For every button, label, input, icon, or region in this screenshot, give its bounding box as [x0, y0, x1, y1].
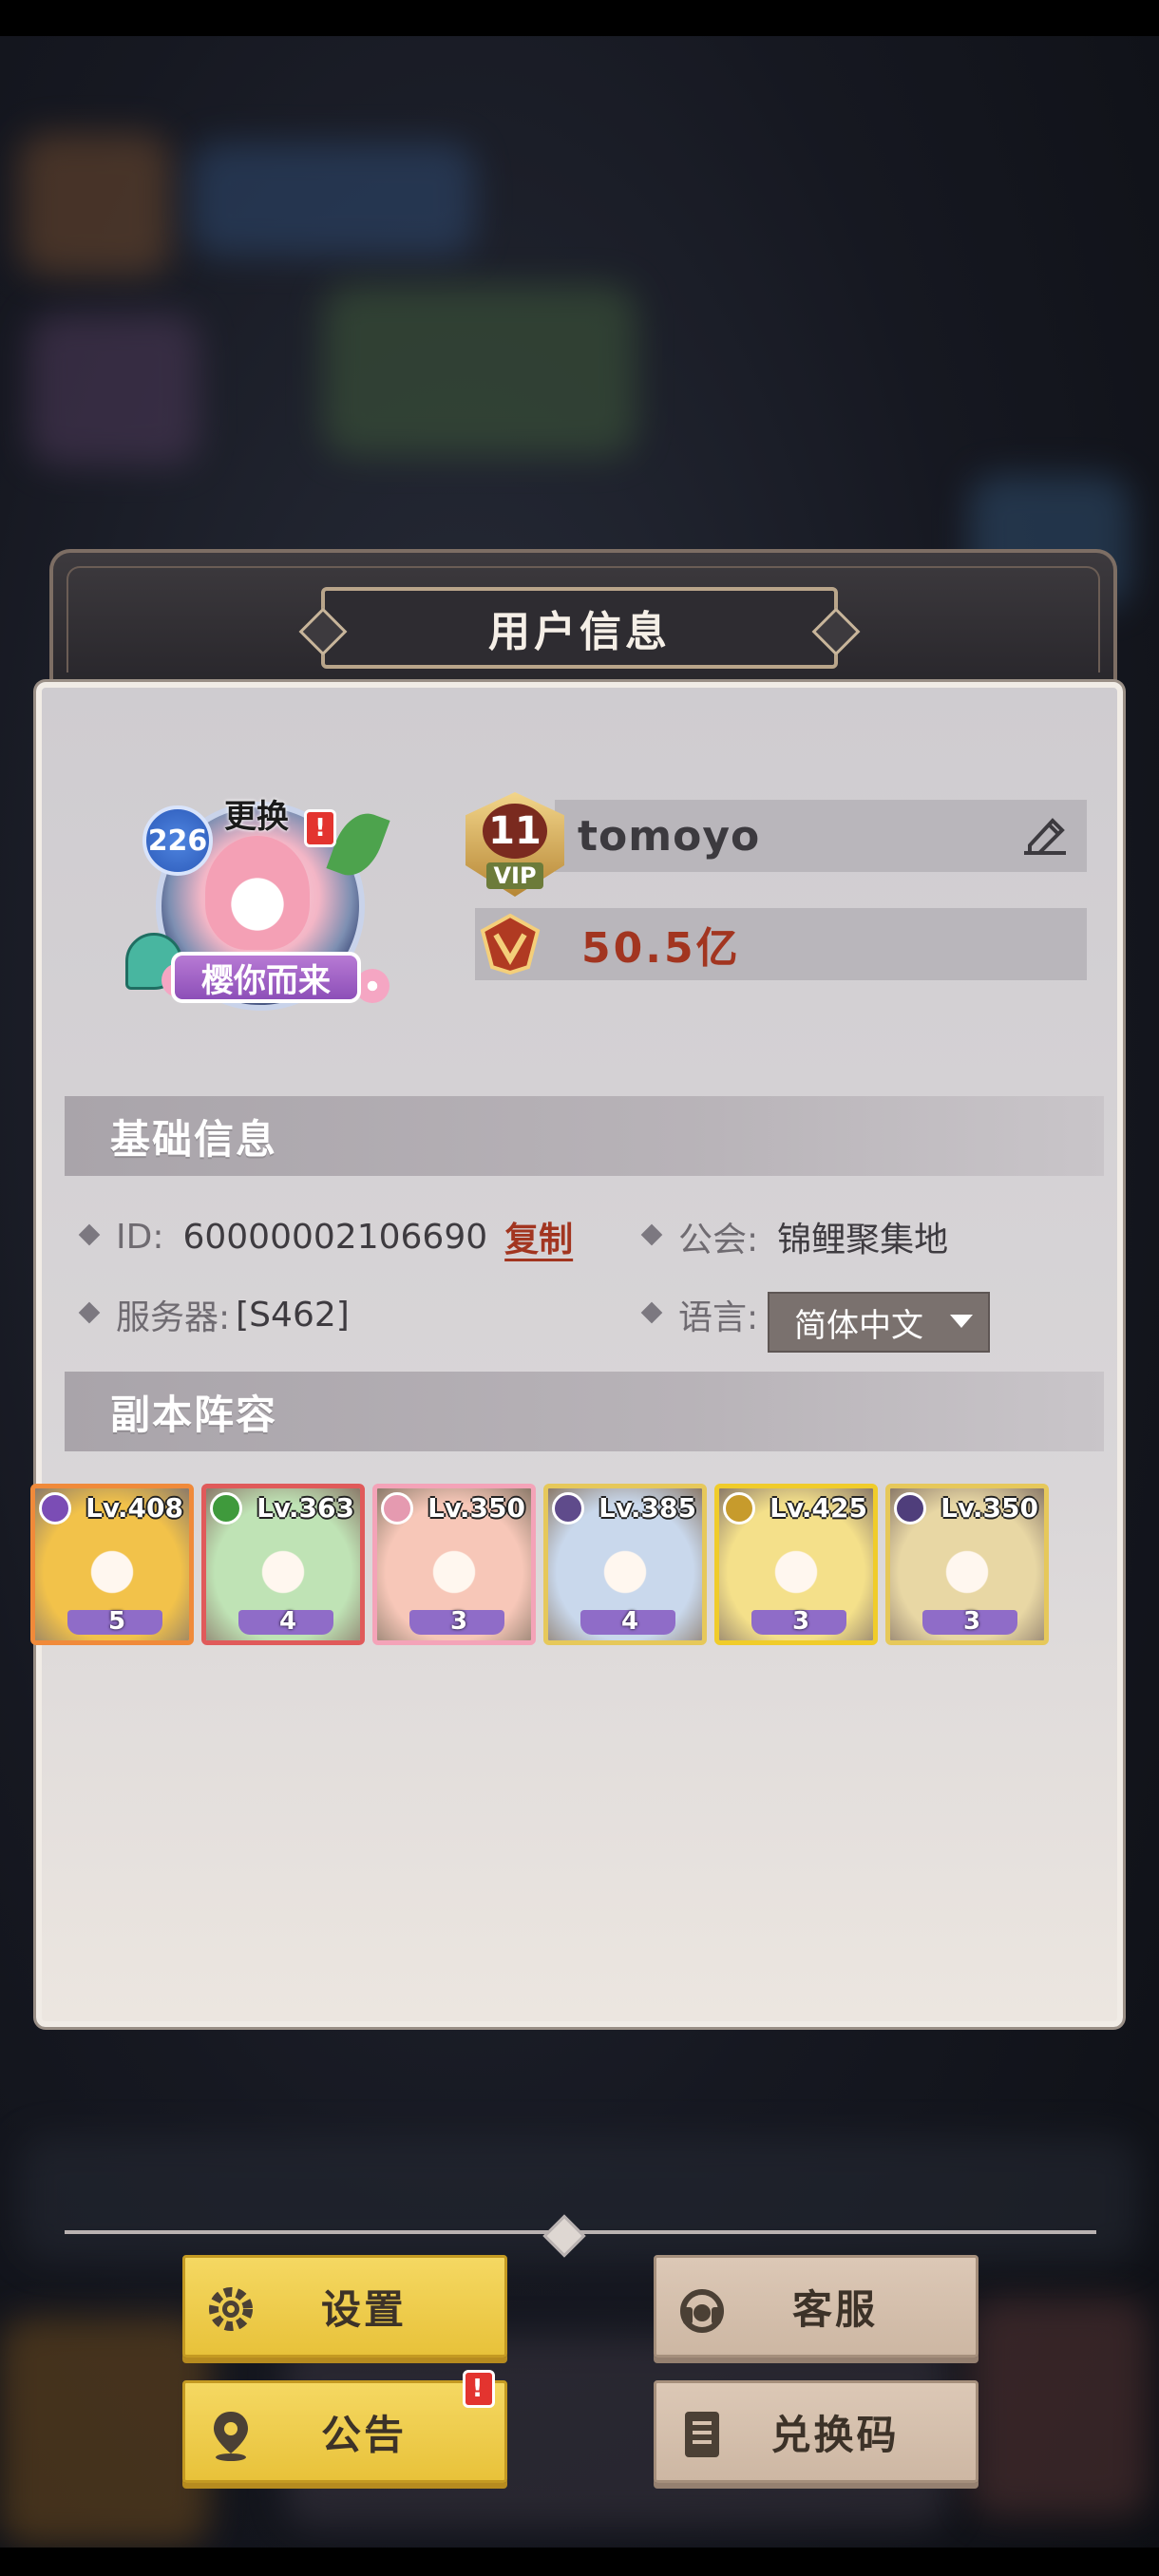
user-info-dialog: 用户信息 226 更换 ! 樱你而来 tomoyo 11 VIP 50.5亿 基… — [36, 549, 1123, 2483]
hero-card[interactable]: Lv.425 3 — [714, 1484, 878, 1645]
hero-star-count: 5 — [107, 1607, 126, 1636]
username-bar: tomoyo — [555, 800, 1087, 872]
chevron-down-icon — [950, 1315, 973, 1328]
hero-card[interactable]: Lv.363 4 — [201, 1484, 365, 1645]
hero-star-count: 3 — [962, 1607, 981, 1636]
combat-power-icon — [480, 914, 541, 975]
settings-label: 设置 — [320, 2285, 407, 2333]
bullet-icon — [642, 1224, 667, 1249]
bullet-icon — [80, 1224, 104, 1249]
language-row: 语言: — [642, 1290, 758, 1339]
change-avatar-label[interactable]: 更换 — [224, 790, 289, 837]
hero-level: Lv.425 — [770, 1492, 867, 1524]
hero-level: Lv.350 — [940, 1492, 1038, 1524]
id-value: 60000002106690 — [182, 1217, 488, 1257]
avatar[interactable]: 226 更换 ! 樱你而来 — [118, 783, 393, 1030]
hero-card[interactable]: Lv.350 3 — [885, 1484, 1049, 1645]
player-level-badge: 226 — [142, 805, 213, 876]
vip-level: 11 — [483, 804, 547, 859]
announcement-button[interactable]: 公告 ! — [182, 2370, 507, 2483]
language-label: 语言: — [678, 1298, 759, 1337]
hero-element-icon — [39, 1492, 71, 1525]
vip-badge: 11 VIP — [466, 792, 564, 897]
hero-level: Lv.408 — [86, 1492, 183, 1524]
avatar-portrait — [205, 836, 310, 950]
dialog-panel: 226 更换 ! 樱你而来 tomoyo 11 VIP 50.5亿 基础信息 I… — [36, 682, 1123, 2483]
hero-card[interactable]: Lv.408 5 — [30, 1484, 194, 1645]
basic-info-title: 基础信息 — [110, 1115, 278, 1163]
redeem-code-label: 兑换码 — [770, 2411, 900, 2458]
hero-star-count: 4 — [620, 1607, 639, 1636]
hero-star-count: 3 — [449, 1607, 468, 1636]
hero-element-icon — [381, 1492, 413, 1525]
dialog-title: 用户信息 — [488, 608, 671, 656]
avatar-alert-icon: ! — [304, 809, 336, 847]
edit-name-icon[interactable] — [1020, 813, 1070, 859]
announcement-alert-icon: ! — [463, 2370, 495, 2408]
redeem-code-button[interactable]: 兑换码 — [654, 2380, 978, 2483]
guild-label: 公会: — [678, 1221, 759, 1260]
server-value: [S462] — [236, 1295, 350, 1335]
hero-level: Lv.385 — [598, 1492, 696, 1524]
guild-row: 公会: 锦鲤聚集地 — [642, 1212, 948, 1261]
language-dropdown[interactable]: 简体中文 — [768, 1292, 990, 1353]
bullet-icon — [642, 1302, 667, 1327]
hero-element-icon — [552, 1492, 584, 1525]
dialog-title-plate: 用户信息 — [298, 587, 861, 669]
customer-service-label: 客服 — [791, 2285, 878, 2333]
avatar-frame-banner: 樱你而来 — [171, 952, 361, 1003]
customer-service-button[interactable]: 客服 — [654, 2255, 978, 2358]
team-title: 副本阵容 — [110, 1391, 278, 1438]
hero-card[interactable]: Lv.385 4 — [543, 1484, 707, 1645]
copy-id-button[interactable]: 复制 — [504, 1212, 573, 1261]
server-label: 服务器: — [116, 1298, 231, 1337]
basic-info-header: 基础信息 — [65, 1096, 1104, 1176]
vip-label: VIP — [486, 862, 543, 889]
hero-element-icon — [723, 1492, 755, 1525]
hero-star-count: 4 — [278, 1607, 297, 1636]
hero-card[interactable]: Lv.350 3 — [372, 1484, 536, 1645]
team-lineup: Lv.408 5 Lv.363 4 Lv.350 3 Lv.385 4 Lv.425 3 Lv.35… — [30, 1484, 1056, 1647]
navigation-bar — [0, 2548, 1159, 2576]
guild-value: 锦鲤聚集地 — [777, 1221, 949, 1260]
bullet-icon — [80, 1302, 104, 1327]
team-header: 副本阵容 — [65, 1372, 1104, 1451]
hero-level: Lv.363 — [256, 1492, 354, 1524]
combat-power-bar: 50.5亿 — [475, 908, 1087, 980]
hero-star-count: 3 — [791, 1607, 810, 1636]
combat-power-value: 50.5亿 — [581, 924, 741, 973]
id-row: ID: 60000002106690 复制 — [80, 1212, 573, 1261]
announcement-label: 公告 — [320, 2411, 407, 2458]
hero-level: Lv.350 — [428, 1492, 525, 1524]
id-label: ID: — [116, 1217, 164, 1257]
settings-button[interactable]: 设置 — [182, 2255, 507, 2358]
server-row: 服务器: [S462] — [80, 1290, 350, 1339]
hero-element-icon — [210, 1492, 242, 1525]
status-bar — [0, 0, 1159, 36]
username: tomoyo — [578, 811, 761, 861]
hero-element-icon — [894, 1492, 926, 1525]
